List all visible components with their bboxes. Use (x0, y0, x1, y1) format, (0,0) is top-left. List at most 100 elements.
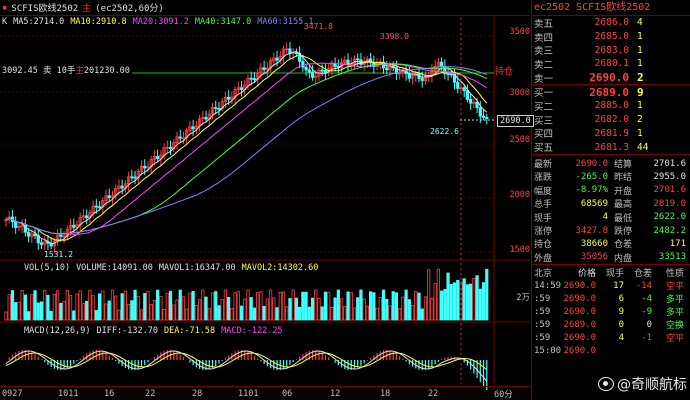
ask-row-3[interactable]: 卖三 2683.0 1 (532, 43, 690, 58)
bid-row-4[interactable]: 买四 2681.9 1 (532, 127, 690, 141)
volume-bar (210, 292, 215, 321)
volume-bar (356, 297, 360, 321)
volume-bar (452, 282, 457, 321)
volume-bar (307, 306, 311, 321)
candle-body (262, 67, 266, 70)
volume-bar (78, 290, 82, 321)
volume-bar (91, 295, 95, 321)
candle-body (446, 73, 450, 75)
volume-bar (26, 311, 31, 321)
volume-bar (423, 296, 428, 321)
x-tick: 1101 (238, 388, 259, 399)
tick-list: 北京 价格 现手 仓差 性质 14:59 2690.0 17 -14 空平 :59 2690.0 6… (532, 264, 690, 357)
stat-row: 总手 68569 最高 2819.0 (534, 198, 686, 211)
order-book-bids: 买一 2689.0 9 买二 2885.0 1 买三 2682.0 2 买四 2681.9 1 … (532, 84, 690, 155)
volume-bar (120, 293, 124, 321)
volume-bar (462, 278, 466, 321)
volume-bar (317, 298, 321, 321)
tick-row[interactable]: :59 2689.0 0 0 空换 (532, 318, 690, 332)
tick-row[interactable]: :59 2690.0 6 -4 多平 (532, 292, 690, 306)
candle-body (85, 215, 89, 219)
volume-bar (101, 290, 105, 321)
volume-bar (227, 296, 231, 321)
volume-bar (291, 289, 295, 321)
kline-chart-area[interactable]: ▪ SCFIS欧线2502 主 (ec2502,60分) K MA5:2714.… (0, 0, 534, 400)
chart-canvas[interactable] (0, 0, 530, 400)
candle-body (420, 78, 424, 81)
volume-bar (143, 293, 147, 321)
ask-row-2[interactable]: 卖二 2680.1 1 (532, 57, 690, 71)
volume-bar (68, 295, 73, 321)
volume-bar (369, 291, 373, 321)
position-tag[interactable]: 3092.45 卖 10手主201230.00 (0, 64, 132, 76)
volume-bar (349, 292, 353, 321)
chart-titlebar: ▪ SCFIS欧线2502 主 (ec2502,60分) (0, 0, 530, 16)
volume-bar (278, 291, 282, 321)
candle-body (275, 57, 279, 61)
candle-body (97, 206, 102, 209)
volume-bar (310, 297, 315, 321)
volume-legend: VOL(5,10) VOLUME:14091.00 MAVOL1:16347.0… (24, 263, 318, 273)
volume-bar (236, 291, 240, 321)
candle-body (227, 96, 231, 100)
bid-row-3[interactable]: 买三 2682.0 2 (532, 113, 690, 127)
volume-bar (59, 302, 63, 321)
ask-row-5[interactable]: 卖五 2686.0 4 (532, 16, 690, 30)
stats-block: 最新 2690.0 结算 2701.6 涨跌 -265.0 昨结 2955.0 幅度 -8.9… (532, 153, 690, 264)
candle-body (191, 126, 195, 130)
volume-bar (485, 268, 489, 321)
volume-bar (436, 268, 440, 321)
volume-bar (81, 303, 86, 321)
tick-row[interactable]: :59 2690.0 9 -9 多平 (532, 305, 690, 319)
volume-bar (85, 300, 89, 321)
volume-bar (88, 289, 92, 321)
volume-bar (139, 309, 144, 321)
symbol-name[interactable]: SCFIS欧线2502 (11, 1, 78, 14)
tick-row[interactable]: :59 2690.0 4 -1 空平 (532, 331, 690, 345)
ma5-line (5, 50, 488, 245)
candle-body (304, 66, 308, 71)
ask-row-1[interactable]: 卖一 2690.0 2 (532, 71, 690, 85)
candle-body (449, 73, 453, 76)
candle-body (294, 52, 299, 55)
volume-bar (339, 298, 344, 321)
bid-row-2[interactable]: 买二 2885.0 1 (532, 99, 690, 113)
vol-title: VOL(5,10) (24, 263, 71, 273)
volume-bar (75, 293, 79, 321)
bid-row-1[interactable]: 买一 2689.0 9 (532, 85, 690, 100)
volume-bar (472, 278, 476, 321)
candle-body (333, 63, 337, 67)
volume-bar (398, 308, 402, 321)
volume-bar (20, 290, 24, 321)
volume-bar (456, 279, 460, 321)
ma10-line (5, 54, 488, 241)
volume-bar (256, 292, 260, 321)
tick-row[interactable]: 15:00 2690.0 (532, 344, 690, 357)
ma20-value: MA20:3091.2 (132, 17, 189, 27)
x-tick: 22 (428, 388, 439, 399)
x-tick: 12 (330, 388, 341, 399)
tick-row[interactable]: 14:59 2690.0 17 -14 空平 (532, 279, 690, 293)
macd-value: MACD:-122.25 (221, 326, 283, 336)
period-selector[interactable]: 60分 (494, 388, 513, 400)
volume-bar (414, 291, 418, 321)
volume-bar (336, 289, 340, 321)
x-tick: 16 (104, 388, 115, 399)
bid-row-5[interactable]: 买五 2681.3 44 (532, 140, 690, 155)
volume-bar (268, 289, 273, 321)
contract-code: (ec2502,60分) (95, 4, 164, 14)
volume-bar (214, 291, 218, 321)
main-contract-tag: 主 (82, 4, 92, 14)
volume-bar (465, 284, 470, 321)
macd-title: MACD(12,26,9) (24, 326, 91, 336)
volume-bar (149, 304, 153, 321)
volume-bar (417, 292, 421, 321)
candle-body (252, 78, 257, 81)
volume-bar (94, 310, 98, 321)
candle-body (320, 69, 324, 72)
volume-bar (181, 296, 186, 321)
volume-bar (220, 299, 224, 321)
ask-row-4[interactable]: 卖四 2685.0 1 (532, 30, 690, 44)
candle-body (39, 242, 44, 245)
ma60-line (5, 66, 487, 235)
